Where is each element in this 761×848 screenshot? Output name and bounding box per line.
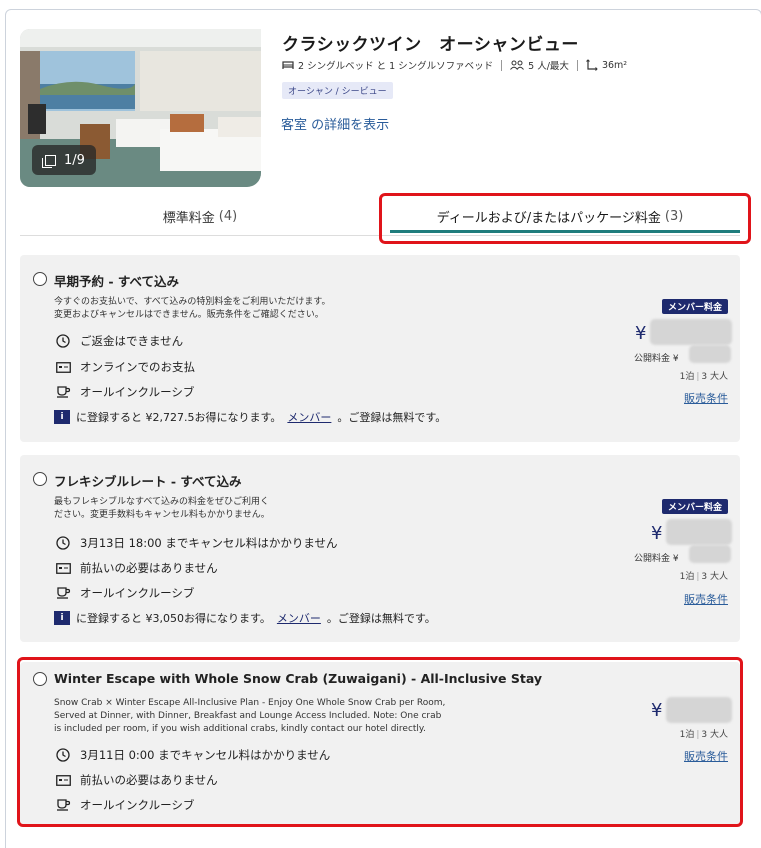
terms-link[interactable]: 販売条件 [684,390,728,406]
coffee-cup-icon [55,384,71,400]
promo-text: 。ご登録は無料です。 [326,612,436,625]
credit-card-icon [55,560,71,576]
rate-description-line: ださい。変更手数料もキャンセル料もかかりません。 [54,510,270,520]
rate-radio[interactable] [33,472,47,486]
member-info-icon: i [54,611,70,625]
tab-count: (4) [218,209,238,224]
feature-payment: オンラインでのお支払 [55,359,195,375]
tab-standard-rates[interactable]: 標準料金 (4) [20,198,380,235]
promo-text: に登録すると ¥3,050お得になります。 [76,612,271,625]
rate-card-flexible[interactable]: フレキシブルレート - すべて込み 最もフレキシブルなすべて込みの料金をぜひご利… [20,455,740,642]
clock-icon [55,535,71,551]
member-rate-badge: メンバー料金 [661,499,728,514]
size-text: 36m² [601,59,628,71]
feature-all-inclusive: オールインクルーシブ [55,585,194,601]
member-link[interactable]: メンバー [287,409,331,425]
rate-description: 今すぐのお支払いで、すべて込みの特別料金をご利用いただけます。 変更およびキャン… [54,296,330,322]
bed-spec: 2 シングルベッド と 1 シングルソファベッド [282,58,493,72]
rate-description: 最もフレキシブルなすべて込みの料金をぜひご利用く ださい。変更手数料もキャンセル… [54,496,270,522]
photo-counter[interactable]: 1/9 [32,145,96,175]
member-promo: i に登録すると ¥2,727.5お得になります。 メンバー 。ご登録は無料です。 [54,409,446,425]
room-title: クラシックツイン オーシャンビュー [282,35,579,55]
guests-text: 3 大人 [701,372,728,382]
room-details-link[interactable]: 客室 の詳細を表示 [281,114,389,133]
per-night-guests: 1泊 | 3 大人 [679,572,728,582]
price-currency: ¥ [635,323,647,344]
size-spec: 36m² [586,59,627,71]
occupancy-spec: 5 人/最大 [510,58,569,72]
spec-divider [501,59,503,71]
per-night-guests: 1泊 | 3 大人 [679,372,728,382]
occupancy-text: 5 人/最大 [528,61,569,72]
area-icon [586,59,598,71]
rate-radio[interactable] [33,272,47,286]
promo-text: に登録すると ¥2,727.5お得になります。 [76,411,282,424]
photo-counter-text: 1/9 [64,152,85,168]
room-photo[interactable]: 1/9 [20,29,261,187]
price-redacted [650,319,732,345]
public-rate-label: 公開料金 ¥ [634,354,679,364]
feature-cancellation: 3月13日 18:00 までキャンセル料はかかりません [55,535,338,551]
price-redacted [666,519,732,545]
highlight-box-tab [379,193,751,244]
credit-card-icon [55,359,71,375]
rate-description-line: 変更およびキャンセルはできません。販売条件をご確認ください。 [54,310,324,320]
bed-icon [282,61,294,69]
feature-text: 前払いの必要はありません [80,561,218,575]
price-currency: ¥ [651,523,663,544]
coffee-cup-icon [55,585,71,601]
public-price-redacted [689,345,731,363]
tab-label: 標準料金 [162,211,215,226]
public-rate-label: 公開料金 ¥ [634,554,679,564]
feature-text: オールインクルーシブ [80,385,195,399]
rate-name: フレキシブルレート - すべて込み [54,474,242,489]
feature-text: オンラインでのお支払 [80,360,195,374]
member-rate-badge: メンバー料金 [661,299,728,314]
clock-icon [55,333,71,349]
member-info-icon: i [54,410,70,424]
per-night-text: 1泊 [679,372,695,382]
promo-text: 。ご登録は無料です。 [337,411,447,424]
gallery-icon [42,154,56,168]
room-specs: 2 シングルベッド と 1 シングルソファベッド 5 人/最大 36m² [282,58,627,72]
spec-divider [576,59,578,71]
feature-all-inclusive: オールインクルーシブ [55,384,194,400]
terms-link[interactable]: 販売条件 [684,591,728,607]
public-price-redacted [689,545,731,563]
member-link[interactable]: メンバー [277,610,321,626]
feature-text: オールインクルーシブ [80,586,195,600]
highlight-box-rate [17,657,743,827]
rate-name: 早期予約 - すべて込み [54,274,180,289]
feature-payment: 前払いの必要はありません [55,560,218,576]
view-tag: オーシャン / シービュー [282,82,393,99]
rate-card-early-booking[interactable]: 早期予約 - すべて込み 今すぐのお支払いで、すべて込みの特別料金をご利用いただ… [20,255,740,442]
per-night-text: 1泊 [679,572,695,582]
feature-text: 3月13日 18:00 までキャンセル料はかかりません [80,536,338,550]
guests-icon [510,60,525,70]
rate-description-line: 今すぐのお支払いで、すべて込みの特別料金をご利用いただけます。 [54,297,331,307]
bed-spec-text: 2 シングルベッド と 1 シングルソファベッド [298,61,494,72]
member-promo: i に登録すると ¥3,050お得になります。 メンバー 。ご登録は無料です。 [54,610,436,626]
feature-cancellation: ご返金はできません [55,333,183,349]
guests-text: 3 大人 [701,572,728,582]
feature-text: ご返金はできません [80,334,184,348]
rate-description-line: 最もフレキシブルなすべて込みの料金をぜひご利用く [54,497,270,507]
